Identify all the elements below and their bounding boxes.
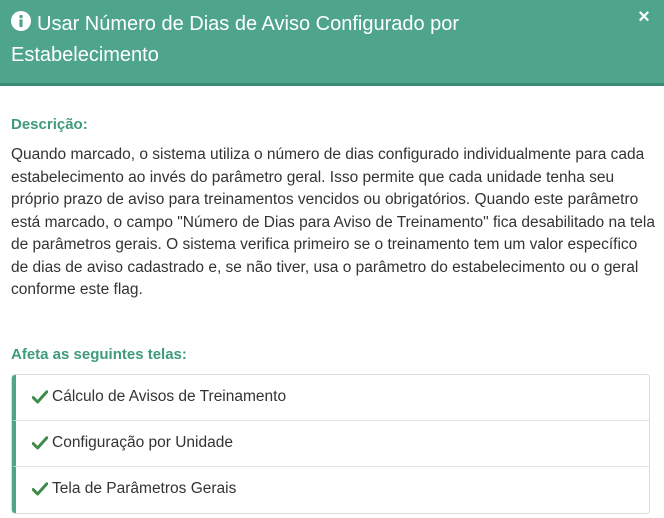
info-dialog: Usar Número de Dias de Aviso Configurado… [0, 0, 664, 518]
close-button[interactable]: × [635, 6, 653, 28]
check-icon [32, 482, 48, 496]
list-item-label: Tela de Parâmetros Gerais [52, 480, 237, 497]
description-text: Quando marcado, o sistema utiliza o núme… [11, 146, 655, 298]
list-item-label: Cálculo de Avisos de Treinamento [52, 388, 287, 405]
list-item[interactable]: Configuração por Unidade [12, 421, 649, 467]
list-item-label: Configuração por Unidade [52, 434, 233, 451]
description-heading: Descrição: [11, 116, 88, 133]
dialog-title: Usar Número de Dias de Aviso Configurado… [11, 13, 460, 66]
dialog-header: Usar Número de Dias de Aviso Configurado… [0, 0, 664, 86]
check-icon [32, 436, 48, 450]
affected-screens-heading: Afeta as seguintes telas: [11, 346, 187, 363]
list-item[interactable]: Tela de Parâmetros Gerais [12, 467, 649, 513]
check-icon [32, 390, 48, 404]
affected-screens-list: Cálculo de Avisos de Treinamento Configu… [11, 374, 650, 514]
list-item[interactable]: Cálculo de Avisos de Treinamento [12, 375, 649, 421]
